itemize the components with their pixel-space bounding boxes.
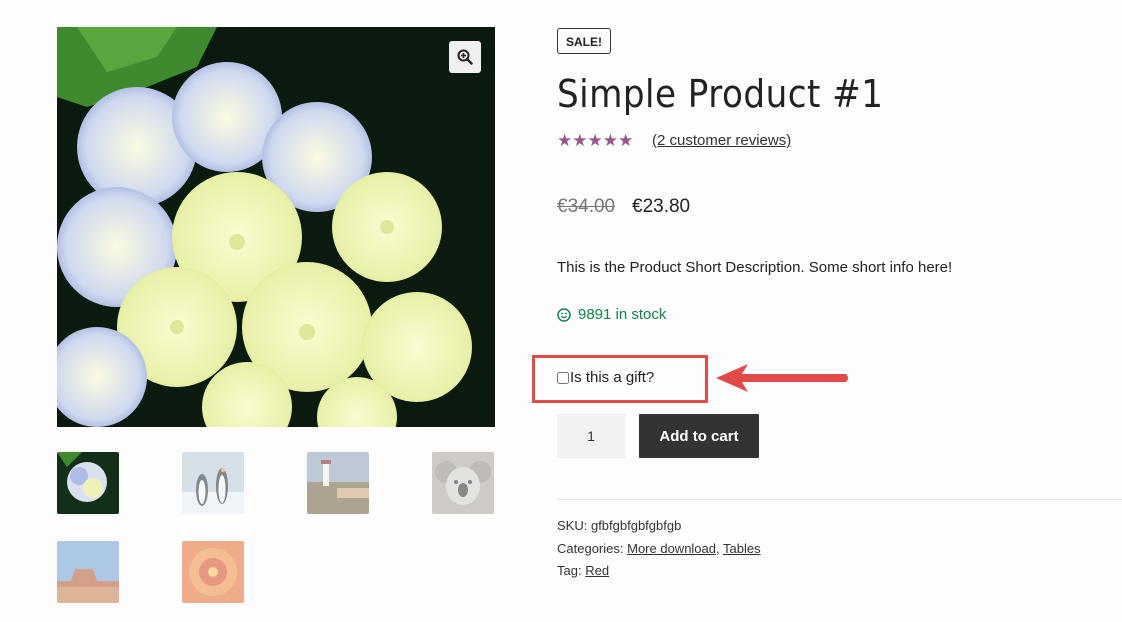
zoom-button[interactable] — [449, 41, 481, 73]
short-description: This is the Product Short Description. S… — [557, 259, 953, 276]
hydrangea-image — [57, 27, 495, 427]
star-icon: ★ — [618, 131, 634, 150]
add-to-cart-button[interactable]: Add to cart — [639, 414, 759, 458]
sku-label: SKU: — [557, 518, 588, 533]
categories-label: Categories: — [557, 541, 624, 556]
thumbnail-koala[interactable] — [432, 452, 494, 514]
thumbnail-penguins[interactable] — [182, 452, 244, 514]
sku-value: gfbfgbfgbfgbfgb — [590, 518, 682, 533]
category-separator: , — [716, 541, 723, 556]
zoom-in-icon — [457, 49, 473, 65]
thumbnail-hydrangea[interactable] — [57, 452, 119, 514]
reviews-link[interactable]: (2 customer reviews) — [652, 132, 791, 149]
categories-row: Categories: More download, Tables — [557, 541, 761, 556]
divider — [557, 499, 1122, 500]
sale-price: €23.80 — [632, 196, 691, 217]
gift-checkbox[interactable] — [557, 371, 569, 384]
red-arrow-icon — [716, 364, 848, 392]
smiley-icon — [557, 307, 571, 322]
thumbnail-chrysanthemum-image — [182, 541, 244, 603]
star-icon: ★ — [557, 131, 573, 150]
thumbnail-hydrangea-image — [57, 452, 119, 514]
stock-status: 9891 in stock — [557, 306, 666, 323]
thumbnail-desert[interactable] — [57, 541, 119, 603]
sku-row: SKU: gfbfgbfgbfgbfgb — [557, 518, 681, 533]
tag-link-red[interactable]: Red — [585, 563, 609, 578]
product-title: Simple Product #1 — [557, 72, 884, 116]
tag-label: Tag: — [557, 563, 582, 578]
thumbnail-lighthouse-image — [307, 452, 369, 514]
sale-badge: SALE! — [557, 28, 611, 54]
category-link-more-download[interactable]: More download — [627, 541, 716, 556]
star-icon: ★ — [572, 131, 588, 150]
gift-label: Is this a gift? — [570, 369, 655, 386]
thumbnail-desert-image — [57, 541, 119, 603]
star-rating: ★★★★★ — [557, 131, 633, 151]
thumbnail-chrysanthemum[interactable] — [182, 541, 244, 603]
gift-option[interactable]: Is this a gift? — [557, 369, 654, 386]
tag-row: Tag: Red — [557, 563, 609, 578]
thumbnail-lighthouse[interactable] — [307, 452, 369, 514]
star-icon: ★ — [602, 131, 618, 150]
category-link-tables[interactable]: Tables — [723, 541, 761, 556]
regular-price: €34.00 — [557, 196, 616, 217]
stock-text: 9891 in stock — [578, 306, 667, 323]
thumbnail-koala-image — [432, 452, 494, 514]
main-product-image[interactable] — [57, 27, 495, 427]
star-icon: ★ — [587, 131, 603, 150]
quantity-input[interactable]: 1 — [557, 414, 625, 458]
thumbnail-penguins-image — [182, 452, 244, 514]
